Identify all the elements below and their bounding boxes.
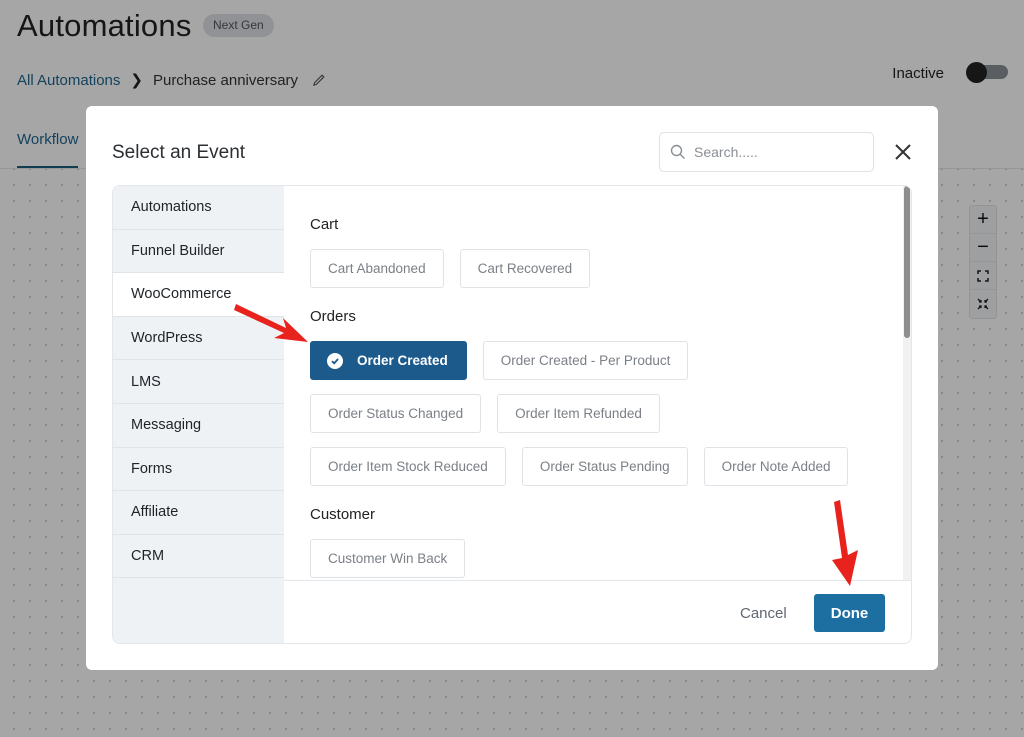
group-title-cart: Cart xyxy=(310,216,339,233)
event-list-scrollbar[interactable] xyxy=(903,186,911,580)
event-list: Cart Cart Abandoned Cart Recovered Order… xyxy=(284,186,911,580)
cart-events: Cart Abandoned Cart Recovered xyxy=(310,249,870,288)
event-order-note-added[interactable]: Order Note Added xyxy=(703,447,849,486)
category-crm[interactable]: CRM xyxy=(113,535,284,579)
event-customer-win-back[interactable]: Customer Win Back xyxy=(310,539,466,578)
category-messaging[interactable]: Messaging xyxy=(113,404,284,448)
modal-title: Select an Event xyxy=(112,142,246,163)
select-event-modal: Select an Event Automations Funnel Build… xyxy=(86,106,938,670)
customer-events: Customer Win Back xyxy=(310,539,870,578)
category-wordpress[interactable]: WordPress xyxy=(113,317,284,361)
event-cart-abandoned[interactable]: Cart Abandoned xyxy=(310,249,444,288)
event-search-input[interactable] xyxy=(694,144,854,160)
close-modal-button[interactable] xyxy=(891,140,915,164)
category-woocommerce[interactable]: WooCommerce xyxy=(113,273,284,317)
group-title-customer: Customer xyxy=(310,506,376,523)
event-label: Order Created xyxy=(357,353,448,368)
group-title-orders: Orders xyxy=(310,308,356,325)
category-funnel-builder[interactable]: Funnel Builder xyxy=(113,230,284,274)
event-order-created[interactable]: Order Created xyxy=(310,341,467,380)
event-order-created-per-product[interactable]: Order Created - Per Product xyxy=(482,341,689,380)
done-button[interactable]: Done xyxy=(814,594,885,632)
search-icon xyxy=(670,144,685,159)
scrollbar-thumb[interactable] xyxy=(904,186,910,338)
event-cart-recovered[interactable]: Cart Recovered xyxy=(459,249,591,288)
category-list: Automations Funnel Builder WooCommerce W… xyxy=(113,186,284,643)
event-search-box[interactable] xyxy=(659,132,874,172)
category-automations[interactable]: Automations xyxy=(113,186,284,230)
check-circle-icon xyxy=(327,352,343,369)
category-forms[interactable]: Forms xyxy=(113,448,284,492)
order-events: Order Created Order Created - Per Produc… xyxy=(310,341,870,486)
close-icon xyxy=(895,144,911,160)
modal-footer: Cancel Done xyxy=(284,580,911,643)
category-lms[interactable]: LMS xyxy=(113,360,284,404)
event-order-status-changed[interactable]: Order Status Changed xyxy=(310,394,482,433)
category-affiliate[interactable]: Affiliate xyxy=(113,491,284,535)
event-order-item-stock-reduced[interactable]: Order Item Stock Reduced xyxy=(310,447,506,486)
event-order-item-refunded[interactable]: Order Item Refunded xyxy=(497,394,660,433)
event-picker-panel: Automations Funnel Builder WooCommerce W… xyxy=(112,185,912,644)
event-order-status-pending[interactable]: Order Status Pending xyxy=(521,447,688,486)
cancel-button[interactable]: Cancel xyxy=(740,605,787,622)
